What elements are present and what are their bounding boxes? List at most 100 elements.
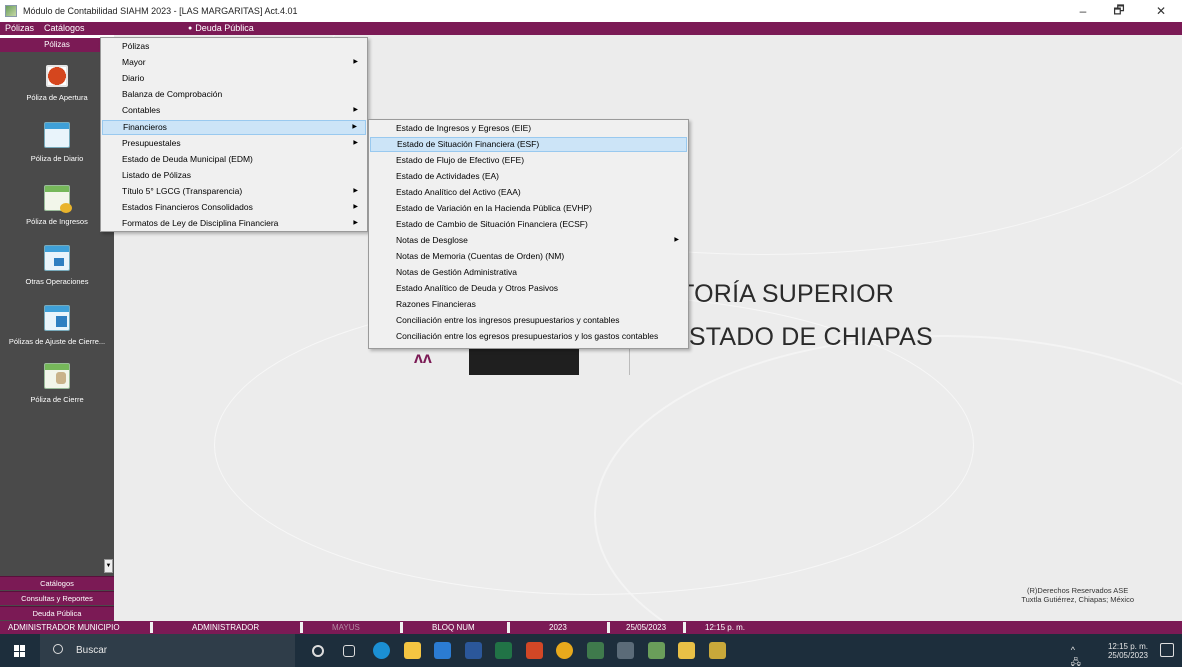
- edge-icon[interactable]: [373, 642, 390, 659]
- menu-item-contables[interactable]: Contables ▶: [102, 103, 366, 118]
- menu-item-presupuestales[interactable]: Presupuestales ▶: [102, 136, 366, 151]
- menu-item-label: Diario: [122, 73, 145, 83]
- menu-item-label: Conciliación entre los ingresos presupue…: [396, 315, 620, 325]
- menu-bar: Pólizas Catálogos ● Deuda Pública: [0, 22, 1182, 35]
- cortana-icon[interactable]: [312, 645, 324, 657]
- status-time: 12:15 p. m.: [705, 623, 746, 632]
- submenu-item-razones[interactable]: Razones Financieras: [370, 297, 687, 312]
- menu-item-label: Formatos de Ley de Disciplina Financiera: [122, 218, 279, 228]
- nav-catalogos[interactable]: Catálogos: [0, 576, 114, 590]
- submenu-item-notas-gestion[interactable]: Notas de Gestión Administrativa: [370, 265, 687, 280]
- left-panel-header[interactable]: Pólizas: [0, 38, 114, 52]
- app-green-icon[interactable]: [586, 642, 604, 659]
- tool-label: Otras Operaciones: [25, 277, 89, 286]
- otras-operaciones-icon: [44, 245, 70, 271]
- powerpoint-icon[interactable]: [525, 642, 543, 659]
- menu-item-balanza[interactable]: Balanza de Comprobación: [102, 87, 366, 102]
- submenu-item-esf[interactable]: Estado de Situación Financiera (ESF): [370, 137, 687, 152]
- menu-item-consolidados[interactable]: Estados Financieros Consolidados ▶: [102, 200, 366, 215]
- submenu-item-notas-desglose[interactable]: Notas de Desglose ▶: [370, 233, 687, 248]
- close-button[interactable]: ✕: [1144, 0, 1178, 22]
- submenu-item-evhp[interactable]: Estado de Variación en la Hacienda Públi…: [370, 201, 687, 216]
- minimize-button[interactable]: –: [1066, 0, 1100, 22]
- logo-mark-icon: ᴧᴧ: [414, 350, 432, 367]
- word-icon[interactable]: [464, 642, 482, 659]
- search-label: Buscar: [76, 645, 108, 656]
- tool-poliza-diario[interactable]: Póliza de Diario: [0, 122, 114, 163]
- submenu-item-notas-memoria[interactable]: Notas de Memoria (Cuentas de Orden) (NM): [370, 249, 687, 264]
- tool-label: Pólizas de Ajuste de Cierre...: [8, 337, 106, 346]
- copyright-line1: (R)Derechos Reservados ASE: [1027, 586, 1129, 595]
- menu-deuda-publica[interactable]: ● Deuda Pública: [188, 22, 254, 35]
- menu-item-mayor[interactable]: Mayor ▶: [102, 55, 366, 70]
- status-separator: [400, 622, 403, 633]
- tool-poliza-apertura[interactable]: Póliza de Apertura: [0, 65, 114, 102]
- menu-item-label: Estado Analítico de Deuda y Otros Pasivo…: [396, 283, 559, 293]
- submenu-arrow-icon: ▶: [353, 220, 358, 226]
- submenu-item-eie[interactable]: Estado de Ingresos y Egresos (EIE): [370, 121, 687, 136]
- menu-item-polizas[interactable]: Pólizas: [102, 39, 366, 54]
- menu-item-label: Balanza de Comprobación: [122, 89, 223, 99]
- windows-start-icon[interactable]: [14, 645, 26, 657]
- mail-icon[interactable]: [434, 642, 451, 659]
- menu-item-label: Listado de Pólizas: [122, 170, 191, 180]
- menu-polizas[interactable]: Pólizas: [0, 22, 39, 35]
- siahm-icon[interactable]: [647, 642, 665, 659]
- apertura-icon: [46, 65, 68, 87]
- maximize-button[interactable]: 🗗: [1102, 0, 1136, 22]
- title-bar: Módulo de Contabilidad SIAHM 2023 - [LAS…: [0, 0, 1182, 22]
- tool-poliza-cierre[interactable]: Póliza de Cierre: [0, 363, 114, 404]
- explorer-icon[interactable]: [403, 642, 421, 659]
- tool-poliza-ingresos[interactable]: Póliza de Ingresos: [0, 185, 114, 226]
- submenu-item-ea[interactable]: Estado de Actividades (EA): [370, 169, 687, 184]
- copyright-notice: (R)Derechos Reservados ASE Tuxtla Gutiér…: [1021, 586, 1134, 604]
- submenu-item-conciliacion-egresos[interactable]: Conciliación entre los egresos presupues…: [370, 329, 687, 344]
- submenu-arrow-icon: ▶: [353, 204, 358, 210]
- submenu-item-eaa[interactable]: Estado Analítico del Activo (EAA): [370, 185, 687, 200]
- menu-item-financieros[interactable]: Financieros ▶: [102, 120, 366, 135]
- ajuste-cierre-icon: [44, 305, 70, 331]
- status-separator: [300, 622, 303, 633]
- tool-otras-operaciones[interactable]: Otras Operaciones: [0, 245, 114, 286]
- scroll-down-button[interactable]: ▼: [104, 559, 113, 573]
- nav-consultas-reportes[interactable]: Consultas y Reportes: [0, 591, 114, 605]
- submenu-item-ecsf[interactable]: Estado de Cambio de Situación Financiera…: [370, 217, 687, 232]
- menu-item-label: Estado de Ingresos y Egresos (EIE): [396, 123, 532, 133]
- submenu-arrow-icon: ▶: [353, 59, 358, 65]
- tray-icons[interactable]: ^ 🖧 🔊: [1071, 645, 1082, 667]
- bullet-icon: ●: [188, 25, 193, 32]
- menu-item-label: Razones Financieras: [396, 299, 476, 309]
- ingresos-icon: [44, 185, 72, 213]
- submenu-item-analitico-deuda[interactable]: Estado Analítico de Deuda y Otros Pasivo…: [370, 281, 687, 296]
- submenu-item-conciliacion-ingresos[interactable]: Conciliación entre los ingresos presupue…: [370, 313, 687, 328]
- taskview-icon[interactable]: [342, 645, 355, 657]
- tool-label: Póliza de Ingresos: [26, 217, 88, 226]
- tool-polizas-ajuste-cierre[interactable]: Pólizas de Ajuste de Cierre...: [0, 305, 114, 346]
- menu-item-label: Pólizas: [122, 41, 150, 51]
- taskbar-clock[interactable]: 12:15 p. m. 25/05/2023: [1108, 642, 1148, 660]
- menu-item-listado-polizas[interactable]: Listado de Pólizas: [102, 168, 366, 183]
- chrome-icon[interactable]: [556, 642, 573, 659]
- menu-item-label: Estados Financieros Consolidados: [122, 202, 253, 212]
- menu-catalogos[interactable]: Catálogos: [39, 22, 90, 35]
- status-separator: [607, 622, 610, 633]
- nav-deuda-publica[interactable]: Deuda Pública: [0, 606, 114, 620]
- menu-item-label: Estado de Situación Financiera (ESF): [397, 139, 540, 149]
- submenu-item-efe[interactable]: Estado de Flujo de Efectivo (EFE): [370, 153, 687, 168]
- status-role: ADMINISTRADOR: [192, 623, 260, 632]
- menu-item-label: Estado de Variación en la Hacienda Públi…: [396, 203, 592, 213]
- app-yellow-icon[interactable]: [678, 642, 695, 659]
- tool-label: Póliza de Diario: [30, 154, 84, 163]
- menu-item-label: Estado de Actividades (EA): [396, 171, 500, 181]
- app-star-icon[interactable]: [708, 642, 726, 659]
- menu-item-diario[interactable]: Diario: [102, 71, 366, 86]
- taskbar-search-box[interactable]: Buscar: [40, 634, 295, 667]
- app-icon: [5, 5, 17, 17]
- submenu-arrow-icon: ▶: [353, 107, 358, 113]
- menu-item-deuda-municipal[interactable]: Estado de Deuda Municipal (EDM): [102, 152, 366, 167]
- store-icon[interactable]: [617, 642, 634, 659]
- excel-icon[interactable]: [495, 642, 512, 659]
- menu-item-titulo-5[interactable]: Título 5° LGCG (Transparencia) ▶: [102, 184, 366, 199]
- notification-icon[interactable]: [1160, 643, 1174, 657]
- menu-item-disciplina-financiera[interactable]: Formatos de Ley de Disciplina Financiera…: [102, 216, 366, 231]
